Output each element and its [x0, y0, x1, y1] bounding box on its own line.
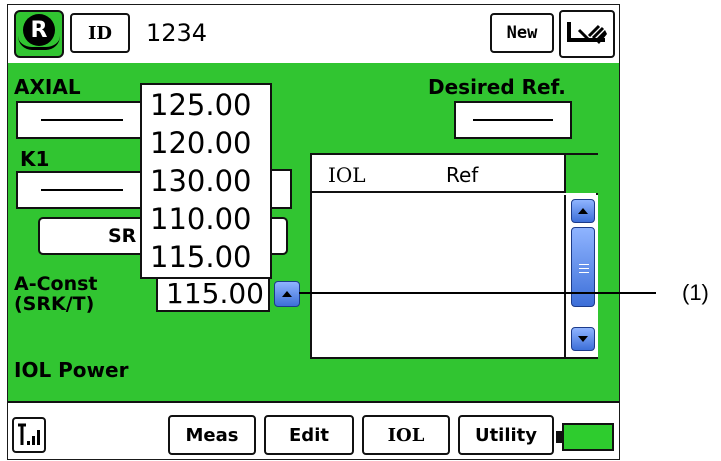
- scroll-up-icon: [578, 208, 588, 214]
- printer-icon: [567, 22, 607, 44]
- scroll-thumb[interactable]: [571, 227, 595, 307]
- dropdown-option[interactable]: 110.00: [150, 205, 251, 234]
- tab-utility[interactable]: Utility: [458, 415, 554, 455]
- aconst-value: 115.00: [166, 277, 264, 310]
- table-body[interactable]: [312, 195, 566, 357]
- tab-iol-label: IOL: [387, 424, 425, 446]
- srk-button-label: SR: [108, 225, 137, 247]
- desired-ref-label: Desired Ref.: [428, 75, 566, 99]
- dropdown-option[interactable]: 125.00: [150, 91, 251, 120]
- callout-label: (1): [682, 280, 709, 305]
- table-scrollbar[interactable]: [568, 195, 598, 357]
- device-screen: R ID 1234 New AXIAL K1 SR A-Const (SRK/T…: [7, 4, 620, 460]
- aconst-dropdown-list[interactable]: 125.00 120.00 130.00 110.00 115.00: [140, 83, 272, 279]
- dropdown-option[interactable]: 120.00: [150, 129, 251, 158]
- tab-meas[interactable]: Meas: [168, 415, 256, 455]
- table-header-ref: Ref: [446, 163, 479, 187]
- axial-label: AXIAL: [14, 75, 81, 99]
- table-header: IOL Ref: [312, 155, 566, 193]
- logo-arc: [18, 36, 60, 50]
- new-button[interactable]: New: [490, 13, 554, 53]
- aconst-label-line1: A-Const: [14, 273, 98, 295]
- k1-label: K1: [20, 147, 50, 171]
- scroll-down-button[interactable]: [571, 327, 595, 351]
- tab-edit[interactable]: Edit: [264, 415, 354, 455]
- tab-iol[interactable]: IOL: [362, 415, 450, 455]
- signal-button[interactable]: [12, 417, 46, 453]
- printer-button[interactable]: [559, 10, 615, 58]
- axial-field[interactable]: [16, 101, 148, 139]
- dropdown-option[interactable]: 130.00: [150, 167, 251, 196]
- id-button[interactable]: ID: [70, 13, 130, 53]
- tab-utility-label: Utility: [474, 424, 538, 446]
- r-logo-icon[interactable]: R: [14, 10, 64, 58]
- desired-ref-field[interactable]: [454, 101, 572, 139]
- scroll-up-button[interactable]: [571, 199, 595, 223]
- callout-line: [299, 292, 656, 294]
- tab-edit-label: Edit: [289, 424, 329, 446]
- battery-icon: [556, 423, 614, 451]
- aconst-field[interactable]: 115.00: [156, 276, 270, 312]
- dropdown-option[interactable]: 115.00: [150, 243, 251, 272]
- aconst-label: A-Const (SRK/T): [14, 273, 98, 315]
- signal-icon: [18, 423, 40, 445]
- aconst-spin-button[interactable]: [274, 281, 300, 307]
- new-label: New: [506, 23, 538, 43]
- table-header-corner: [566, 155, 598, 193]
- aconst-label-line2: (SRK/T): [14, 292, 95, 315]
- table-header-iol: IOL: [328, 163, 366, 187]
- id-label: ID: [87, 22, 113, 44]
- k1-field[interactable]: [16, 171, 148, 209]
- iol-ref-table: IOL Ref: [310, 153, 598, 359]
- iol-power-label: IOL Power: [14, 358, 129, 382]
- id-value[interactable]: 1234: [146, 19, 207, 47]
- tab-meas-label: Meas: [185, 424, 239, 446]
- spin-up-icon: [282, 291, 292, 297]
- scroll-down-icon: [578, 336, 588, 342]
